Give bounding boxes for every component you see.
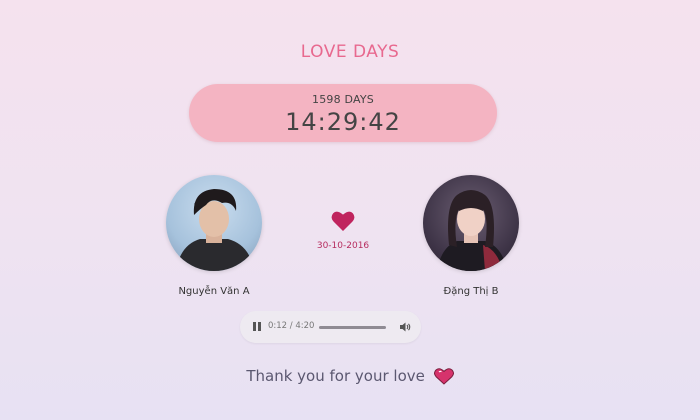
volume-icon[interactable] <box>399 321 411 333</box>
footer-message-row: Thank you for your love <box>0 367 700 385</box>
clock-time: 14:29:42 <box>285 108 401 136</box>
avatar-right-photo <box>437 190 507 271</box>
pause-icon[interactable] <box>253 322 263 332</box>
avatar-right <box>423 175 519 271</box>
footer-message: Thank you for your love <box>246 367 425 385</box>
person-right-name: Đặng Thị B <box>443 286 499 297</box>
audio-time: 0:12 / 4:20 <box>268 321 315 331</box>
audio-player[interactable]: 0:12 / 4:20 <box>240 311 421 343</box>
heart-emoji-icon <box>433 368 454 385</box>
audio-progress-bar[interactable] <box>319 326 386 329</box>
avatar-left-photo <box>176 189 254 271</box>
anniversary-date: 30-10-2016 <box>316 241 370 251</box>
love-counter: 1598 DAYS 14:29:42 <box>189 84 497 142</box>
days-count: 1598 DAYS <box>312 93 374 106</box>
heart-icon <box>331 211 355 231</box>
avatar-left <box>166 175 262 271</box>
page-title: LOVE DAYS <box>300 42 400 62</box>
person-left-name: Nguyễn Văn A <box>178 286 250 297</box>
